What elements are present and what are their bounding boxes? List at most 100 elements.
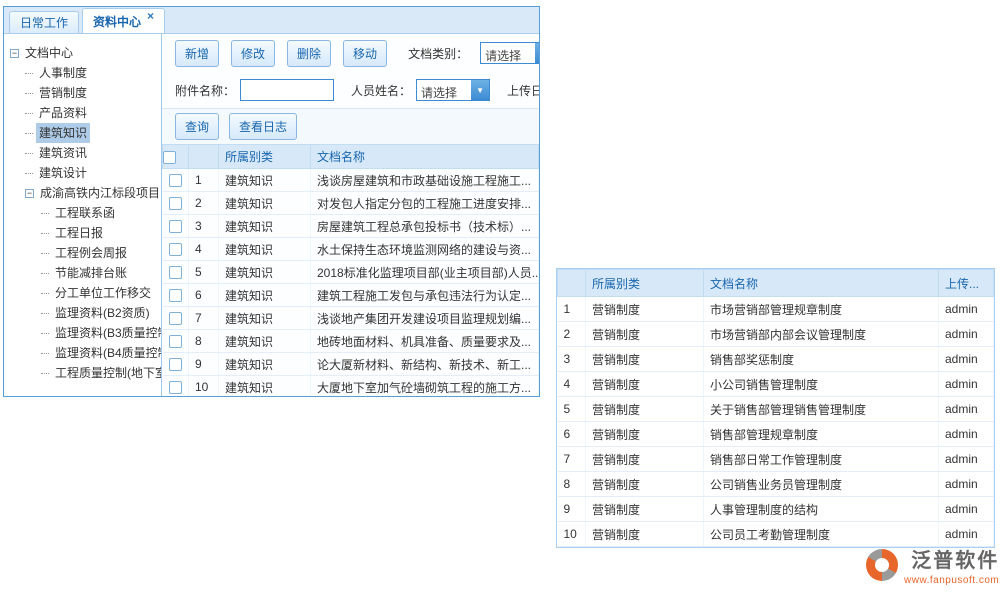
row-doc-name[interactable]: 市场营销部管理规章制度: [704, 297, 939, 322]
tree-item-railway-project[interactable]: − 成渝高铁内江标段项目: [4, 183, 161, 203]
row-doc-name[interactable]: 大厦地下室加气砼墙砌筑工程的施工方...: [311, 376, 539, 397]
table-row[interactable]: 1 营销制度 市场营销部管理规章制度 admin: [558, 297, 994, 322]
row-doc-name[interactable]: 浅谈房屋建筑和市政基础设施工程施工...: [311, 169, 539, 192]
table-row[interactable]: 9 营销制度 人事管理制度的结构 admin: [558, 497, 994, 522]
tree-label: 监理资料(B3质量控制): [52, 323, 161, 343]
tree-item-building-design[interactable]: 建筑设计: [4, 163, 161, 183]
row-doc-name[interactable]: 销售部奖惩制度: [704, 347, 939, 372]
row-doc-name[interactable]: 房屋建筑工程总承包投标书（技术标）...: [311, 215, 539, 238]
tree-item-hr-policy[interactable]: 人事制度: [4, 63, 161, 83]
table-row[interactable]: 8 建筑知识 地砖地面材料、机具准备、质量要求及...: [163, 330, 539, 353]
row-doc-name[interactable]: 市场营销部内部会议管理制度: [704, 322, 939, 347]
row-checkbox[interactable]: [169, 312, 182, 325]
table-row[interactable]: 4 营销制度 小公司销售管理制度 admin: [558, 372, 994, 397]
chevron-down-icon[interactable]: ▼: [535, 43, 539, 63]
row-doc-name[interactable]: 销售部管理规章制度: [704, 422, 939, 447]
chevron-down-icon[interactable]: ▼: [471, 80, 489, 100]
tree-item-supervision-b3[interactable]: 监理资料(B3质量控制): [4, 323, 161, 343]
tree-label: 建筑资讯: [36, 143, 90, 163]
row-uploader: admin: [939, 297, 994, 322]
row-checkbox[interactable]: [169, 335, 182, 348]
row-doc-name[interactable]: 关于销售部管理销售管理制度: [704, 397, 939, 422]
tree-item-energy-ledger[interactable]: 节能减排台账: [4, 263, 161, 283]
table-row[interactable]: 3 建筑知识 房屋建筑工程总承包投标书（技术标）...: [163, 215, 539, 238]
delete-button[interactable]: 删除: [287, 40, 331, 67]
tree-item-marketing-policy[interactable]: 营销制度: [4, 83, 161, 103]
table-row[interactable]: 5 建筑知识 2018标准化监理项目部(业主项目部)人员...: [163, 261, 539, 284]
table-row[interactable]: 7 建筑知识 浅谈地产集团开发建设项目监理规划编...: [163, 307, 539, 330]
row-category: 建筑知识: [219, 376, 311, 397]
table-row[interactable]: 7 营销制度 销售部日常工作管理制度 admin: [558, 447, 994, 472]
row-checkbox[interactable]: [169, 220, 182, 233]
tree-connector: [41, 253, 49, 254]
table-row[interactable]: 2 营销制度 市场营销部内部会议管理制度 admin: [558, 322, 994, 347]
tree-connector: [41, 373, 49, 374]
row-checkbox[interactable]: [169, 243, 182, 256]
window-body: − 文档中心 人事制度 营销制度 产品资料 建筑知识 建筑资讯: [4, 34, 539, 396]
row-doc-name[interactable]: 对发包人指定分包的工程施工进度安排...: [311, 192, 539, 215]
tree-item-work-transfer[interactable]: 分工单位工作移交: [4, 283, 161, 303]
table-row[interactable]: 1 建筑知识 浅谈房屋建筑和市政基础设施工程施工...: [163, 169, 539, 192]
row-number: 10: [189, 376, 219, 397]
table-row[interactable]: 10 建筑知识 大厦地下室加气砼墙砌筑工程的施工方...: [163, 376, 539, 397]
tree-item-product-data[interactable]: 产品资料: [4, 103, 161, 123]
row-doc-name[interactable]: 人事管理制度的结构: [704, 497, 939, 522]
row-doc-name[interactable]: 公司员工考勤管理制度: [704, 522, 939, 547]
tree-item-project-letters[interactable]: 工程联系函: [4, 203, 161, 223]
tab-data-center[interactable]: 资料中心 ×: [82, 8, 165, 33]
table-row[interactable]: 4 建筑知识 水土保持生态环境监测网络的建设与资...: [163, 238, 539, 261]
table-row[interactable]: 5 营销制度 关于销售部管理销售管理制度 admin: [558, 397, 994, 422]
view-log-button[interactable]: 查看日志: [229, 113, 297, 140]
tree-item-building-knowledge[interactable]: 建筑知识: [4, 123, 161, 143]
modify-button[interactable]: 修改: [231, 40, 275, 67]
row-number: 5: [189, 261, 219, 284]
row-doc-name[interactable]: 公司销售业务员管理制度: [704, 472, 939, 497]
tree-label: 工程质量控制(地下室): [52, 363, 161, 383]
tree-item-supervision-b2[interactable]: 监理资料(B2资质): [4, 303, 161, 323]
move-button[interactable]: 移动: [343, 40, 387, 67]
tree-item-daily-report[interactable]: 工程日报: [4, 223, 161, 243]
row-doc-name[interactable]: 小公司销售管理制度: [704, 372, 939, 397]
tree-label: 工程日报: [52, 223, 106, 243]
collapse-icon[interactable]: −: [25, 189, 34, 198]
tab-daily-work[interactable]: 日常工作: [9, 11, 79, 33]
row-checkbox[interactable]: [169, 381, 182, 394]
add-button[interactable]: 新增: [175, 40, 219, 67]
tree-item-building-news[interactable]: 建筑资讯: [4, 143, 161, 163]
row-category: 建筑知识: [219, 307, 311, 330]
row-doc-name[interactable]: 地砖地面材料、机具准备、质量要求及...: [311, 330, 539, 353]
row-checkbox[interactable]: [169, 358, 182, 371]
query-button[interactable]: 查询: [175, 113, 219, 140]
row-checkbox[interactable]: [169, 266, 182, 279]
tree-item-quality-basement[interactable]: 工程质量控制(地下室): [4, 363, 161, 383]
row-category: 营销制度: [586, 447, 704, 472]
tree-item-doc-center[interactable]: − 文档中心: [4, 43, 161, 63]
row-checkbox[interactable]: [169, 174, 182, 187]
row-checkbox[interactable]: [169, 289, 182, 302]
tree-item-weekly-meeting[interactable]: 工程例会周报: [4, 243, 161, 263]
person-select[interactable]: 请选择 ▼: [416, 79, 490, 101]
select-all-checkbox[interactable]: [163, 151, 176, 164]
row-doc-name[interactable]: 浅谈地产集团开发建设项目监理规划编...: [311, 307, 539, 330]
row-doc-name[interactable]: 论大厦新材料、新结构、新技术、新工...: [311, 353, 539, 376]
row-doc-name[interactable]: 建筑工程施工发包与承包违法行为认定...: [311, 284, 539, 307]
attachment-name-input[interactable]: [240, 79, 334, 101]
table-row[interactable]: 8 营销制度 公司销售业务员管理制度 admin: [558, 472, 994, 497]
row-doc-name[interactable]: 销售部日常工作管理制度: [704, 447, 939, 472]
row-uploader: admin: [939, 447, 994, 472]
close-icon[interactable]: ×: [147, 11, 154, 21]
documents-table-marketing-panel: 所属别类 文档名称 上传... 1 营销制度 市场营销部管理规章制度 admin…: [556, 268, 995, 548]
table-row[interactable]: 3 营销制度 销售部奖惩制度 admin: [558, 347, 994, 372]
row-doc-name[interactable]: 2018标准化监理项目部(业主项目部)人员...: [311, 261, 539, 284]
table-row[interactable]: 6 建筑知识 建筑工程施工发包与承包违法行为认定...: [163, 284, 539, 307]
table-row[interactable]: 9 建筑知识 论大厦新材料、新结构、新技术、新工...: [163, 353, 539, 376]
tree-item-supervision-b4[interactable]: 监理资料(B4质量控制): [4, 343, 161, 363]
row-checkbox[interactable]: [169, 197, 182, 210]
doc-type-select[interactable]: 请选择 ▼: [480, 42, 539, 64]
table-row[interactable]: 2 建筑知识 对发包人指定分包的工程施工进度安排...: [163, 192, 539, 215]
table-row[interactable]: 6 营销制度 销售部管理规章制度 admin: [558, 422, 994, 447]
collapse-icon[interactable]: −: [10, 49, 19, 58]
table-row[interactable]: 10 营销制度 公司员工考勤管理制度 admin: [558, 522, 994, 547]
row-doc-name[interactable]: 水土保持生态环境监测网络的建设与资...: [311, 238, 539, 261]
doc-type-label: 文档类别：: [408, 45, 468, 62]
